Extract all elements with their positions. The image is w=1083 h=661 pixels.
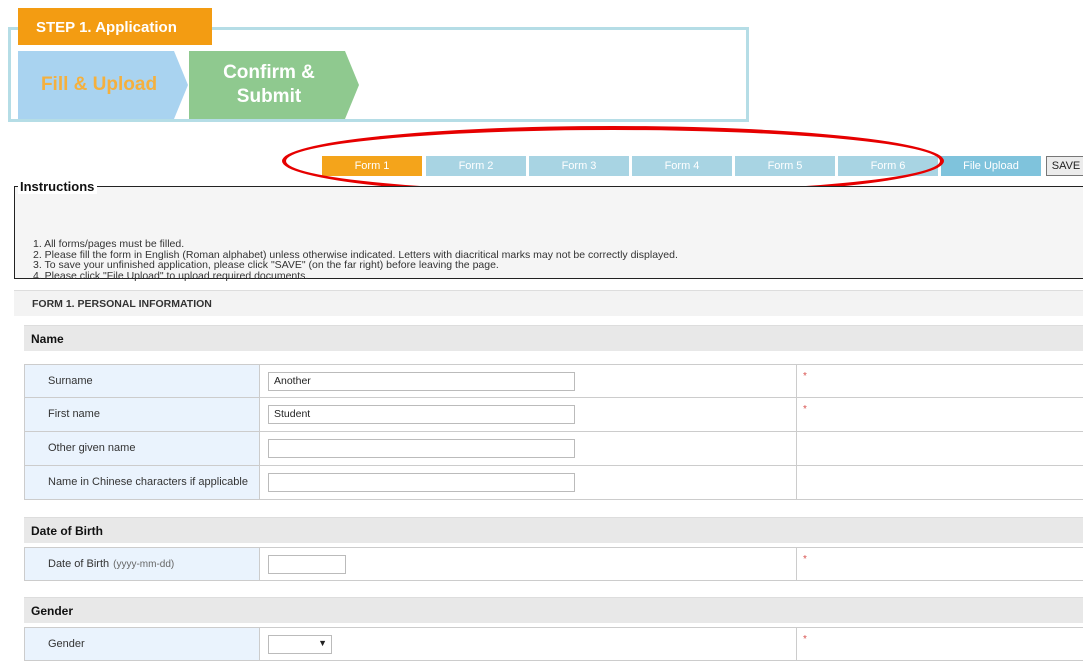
other-given-name-input[interactable] xyxy=(268,439,575,458)
gender-required-cell: * xyxy=(796,628,1083,660)
first-name-label: First name xyxy=(25,398,260,431)
other-given-name-label: Other given name xyxy=(25,432,260,465)
dob-input[interactable] xyxy=(268,555,346,574)
required-mark: * xyxy=(803,554,807,565)
surname-required-cell: * xyxy=(796,365,1083,397)
row-date-of-birth: Date of Birth (yyyy-mm-dd) * xyxy=(24,547,1083,581)
dob-required-cell: * xyxy=(796,548,1083,580)
tab-form-6[interactable]: Form 6 xyxy=(838,156,938,176)
tab-form-5[interactable]: Form 5 xyxy=(735,156,835,176)
tab-file-upload[interactable]: File Upload xyxy=(941,156,1041,176)
chevron-down-icon: ▼ xyxy=(318,638,327,648)
instructions-legend: Instructions xyxy=(18,179,98,194)
instruction-item: 3. To save your unfinished application, … xyxy=(33,259,499,271)
dob-label-cell: Date of Birth (yyyy-mm-dd) xyxy=(25,548,260,580)
stage-confirm-submit: Confirm & Submit xyxy=(189,51,359,119)
group-gender-heading: Gender xyxy=(24,597,1083,623)
instruction-item: 4. Please click "File Upload" to upload … xyxy=(33,269,309,282)
other-given-name-cell xyxy=(796,432,1083,465)
chinese-name-input[interactable] xyxy=(268,473,575,492)
tab-form-1[interactable]: Form 1 xyxy=(322,156,422,176)
stage-fill-upload: Fill & Upload xyxy=(18,51,188,119)
gender-select[interactable]: ▼ xyxy=(268,635,332,654)
tab-form-2[interactable]: Form 2 xyxy=(426,156,526,176)
row-chinese-name: Name in Chinese characters if applicable xyxy=(24,466,1083,500)
surname-input[interactable]: Another xyxy=(268,372,575,391)
chinese-name-label: Name in Chinese characters if applicable xyxy=(25,466,260,499)
step-title: STEP 1. Application xyxy=(18,8,212,45)
group-dob-heading: Date of Birth xyxy=(24,517,1083,543)
save-button[interactable]: SAVE xyxy=(1046,156,1083,176)
row-surname: Surname Another * xyxy=(24,364,1083,398)
first-name-required-cell: * xyxy=(796,398,1083,431)
section-title: FORM 1. PERSONAL INFORMATION xyxy=(14,290,1083,316)
required-mark: * xyxy=(803,404,807,415)
tab-form-3[interactable]: Form 3 xyxy=(529,156,629,176)
group-name-heading: Name xyxy=(24,325,1083,351)
dob-format-hint: (yyyy-mm-dd) xyxy=(113,559,175,570)
surname-label: Surname xyxy=(25,365,260,397)
row-first-name: First name Student * xyxy=(24,398,1083,432)
gender-label: Gender xyxy=(25,628,260,660)
row-other-given-name: Other given name xyxy=(24,432,1083,466)
row-gender: Gender ▼ * xyxy=(24,627,1083,661)
dob-label: Date of Birth xyxy=(48,558,110,570)
tab-form-4[interactable]: Form 4 xyxy=(632,156,732,176)
instructions-list: 1. All forms/pages must be filled. 2. Pl… xyxy=(33,239,678,281)
chinese-name-cell xyxy=(796,466,1083,499)
required-mark: * xyxy=(803,634,807,645)
first-name-input[interactable]: Student xyxy=(268,405,575,424)
required-mark: * xyxy=(803,371,807,382)
instruction-item: 1. All forms/pages must be filled. xyxy=(33,238,185,250)
